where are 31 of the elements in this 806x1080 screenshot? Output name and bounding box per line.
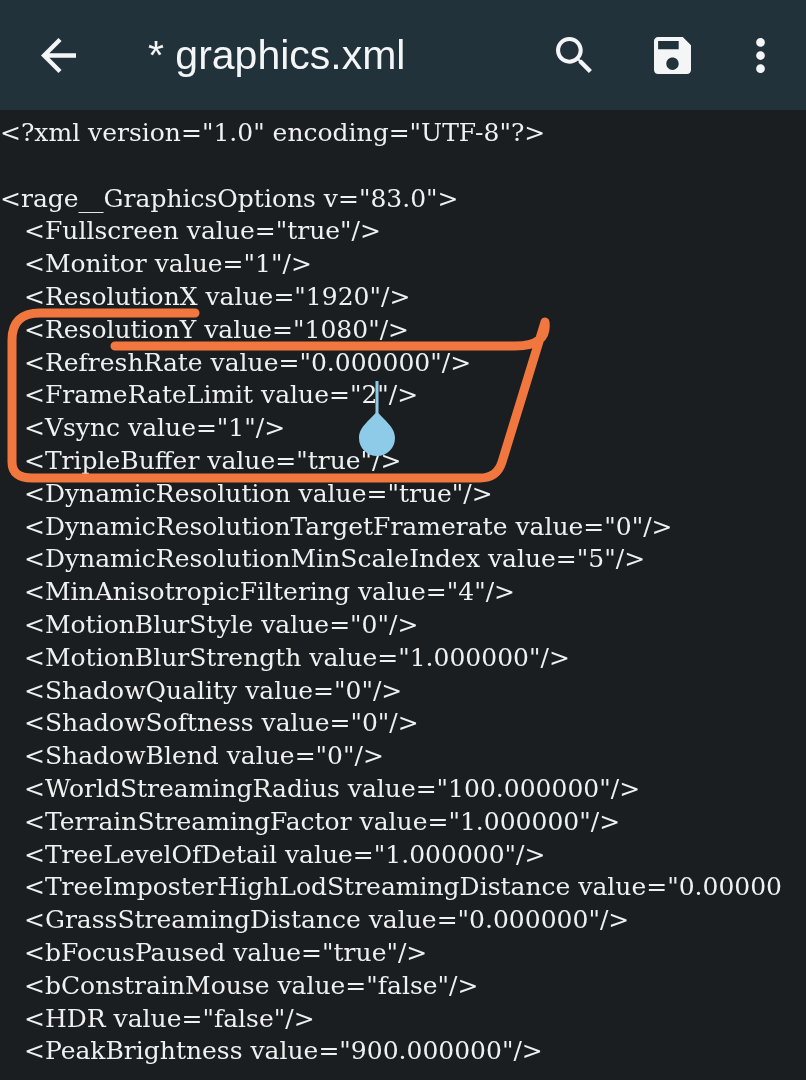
code-line: <ShadowBlend value="0"/> xyxy=(24,741,384,771)
code-line: <MotionBlurStrength value="1.000000"/> xyxy=(24,642,570,672)
code-line: <WorldStreamingRadius value="100.000000"/> xyxy=(24,773,641,803)
code-line: <TreeLevelOfDetail value="1.000000"/> xyxy=(24,839,546,869)
code-line: <MotionBlurStyle value="0"/> xyxy=(24,609,419,639)
code-line: <GrassStreamingDistance value="0.000000"/> xyxy=(24,905,630,935)
code-line: <Monitor value="1"/> xyxy=(24,249,312,279)
code-line: <RefreshRate value="0.000000"/> xyxy=(24,347,472,377)
search-icon xyxy=(556,37,592,73)
code-line: <ShadowSoftness value="0"/> xyxy=(24,708,419,738)
file-title: * graphics.xml xyxy=(148,31,406,79)
code-line: <ResolutionX value="1920"/> xyxy=(24,282,411,311)
code-line: <?xml version="1.0" encoding="UTF-8"?> xyxy=(0,118,546,147)
code-line: <TripleBuffer value="true"/> xyxy=(24,445,402,475)
code-line: <ShadowQuality value="0"/> xyxy=(24,675,403,705)
code-line: <DynamicResolution value="true"/> xyxy=(24,478,493,508)
more-options-icon xyxy=(755,37,765,73)
code-line: <PeakBrightness value="900.000000"/> xyxy=(24,1036,543,1066)
code-line: <DynamicResolutionMinScaleIndex value="5"/> xyxy=(24,544,646,574)
code-line: <Fullscreen value="true"/> xyxy=(24,216,381,246)
back-arrow-icon xyxy=(40,37,76,73)
code-line: <TerrainStreamingFactor value="1.000000"/> xyxy=(24,806,621,836)
code-line: <rage__GraphicsOptions v="83.0"> xyxy=(0,183,459,213)
code-line: <bConstrainMouse value="false"/> xyxy=(24,970,479,1000)
code-line: <ResolutionY value="1080"/> xyxy=(24,314,410,344)
code-line: <DynamicResolutionTargetFramerate value="0"/> xyxy=(24,511,673,541)
code-line: <Vsync value="1"/> xyxy=(24,413,286,443)
code-line: <TreeImposterHighLodStreamingDistance value="0.00000 xyxy=(24,872,783,902)
code-line: <MinAnisotropicFiltering value="4"/> xyxy=(24,577,516,607)
code-line: <HDR value="false"/> xyxy=(24,1003,315,1033)
code-line: <bFocusPaused value="true"/> xyxy=(24,937,428,967)
